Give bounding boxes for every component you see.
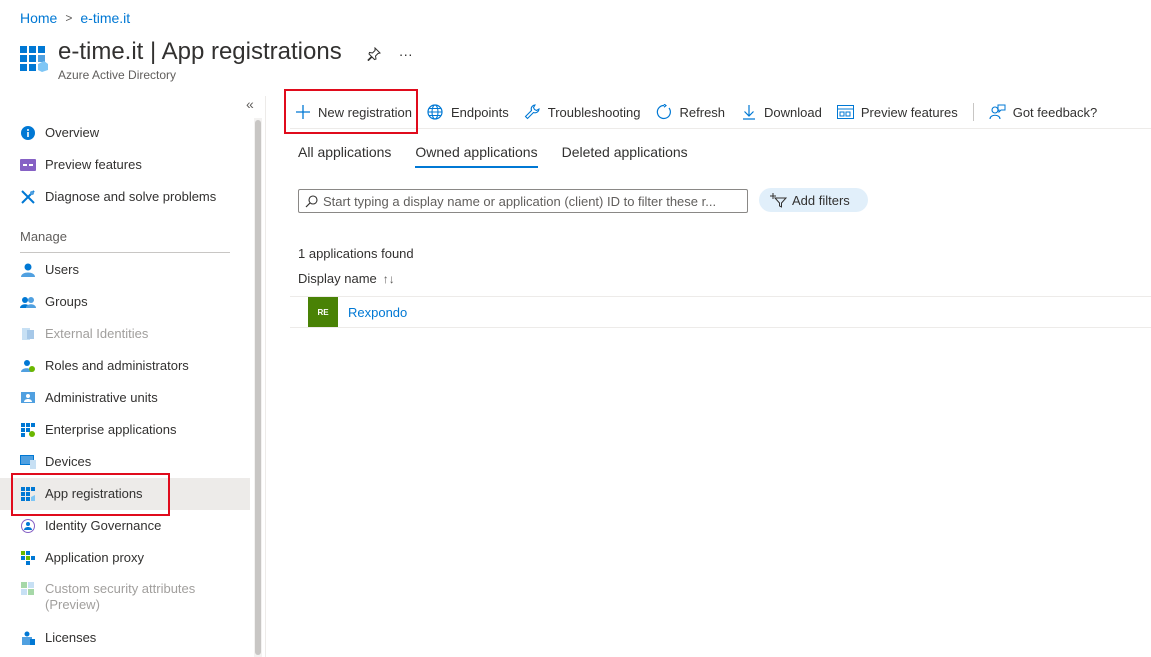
page-title: e-time.it | App registrations (58, 38, 342, 65)
sidebar-item-users[interactable]: Users (0, 254, 250, 286)
sidebar-item-label: Administrative units (45, 390, 158, 405)
breadcrumb-current[interactable]: e-time.it (80, 10, 130, 26)
highlight-new-registration (284, 89, 418, 134)
sidebar-item-label: Identity Governance (45, 518, 162, 533)
sidebar-item-admin-units[interactable]: Administrative units (0, 382, 250, 414)
search-input[interactable] (323, 193, 743, 209)
chevron-right-icon: > (65, 11, 73, 25)
external-identities-icon (20, 326, 36, 342)
refresh-button[interactable]: Refresh (656, 97, 726, 127)
admin-units-icon (20, 390, 36, 406)
sidebar-item-external-identities[interactable]: External Identities (0, 318, 250, 350)
sidebar-item-overview[interactable]: Overview (0, 117, 250, 149)
sidebar-item-label: Custom security attributes (45, 581, 196, 596)
feedback-icon (989, 104, 1006, 121)
section-divider (20, 252, 230, 253)
identity-governance-icon (20, 518, 36, 534)
section-label-manage: Manage (20, 229, 67, 244)
sidebar-item-enterprise-apps[interactable]: Enterprise applications (0, 414, 250, 446)
groups-icon (20, 294, 36, 310)
app-avatar: RE (308, 297, 338, 327)
sidebar-item-label: Roles and administrators (45, 358, 189, 373)
globe-icon (427, 104, 444, 121)
enterprise-apps-icon (20, 422, 36, 438)
sidebar-item-label: Enterprise applications (45, 422, 177, 437)
more-icon[interactable]: ··· (396, 44, 416, 64)
tab-owned-applications[interactable]: Owned applications (415, 144, 538, 168)
pin-icon[interactable] (364, 44, 384, 64)
sidebar-item-licenses[interactable]: Licenses (0, 622, 250, 654)
command-bar: New registration Endpoints Troubleshooti… (290, 96, 1151, 129)
scrollbar-thumb[interactable] (255, 120, 261, 655)
sidebar-item-groups[interactable]: Groups (0, 286, 250, 318)
filter-search-box[interactable] (298, 189, 748, 213)
sidebar-item-application-proxy[interactable]: Application proxy (0, 542, 250, 574)
tab-deleted-applications[interactable]: Deleted applications (562, 144, 688, 168)
sidebar-item-label: Preview features (45, 157, 142, 172)
download-label: Download (764, 104, 822, 120)
endpoints-button[interactable]: Endpoints (427, 97, 509, 127)
add-filters-label: Add filters (792, 192, 850, 208)
sidebar-scrollbar[interactable] (254, 118, 262, 657)
sidebar-item-roles[interactable]: Roles and administrators (0, 350, 250, 382)
app-link-rexpondo[interactable]: Rexpondo (348, 305, 407, 320)
breadcrumb-home[interactable]: Home (20, 10, 57, 26)
add-filters-button[interactable]: Add filters (759, 188, 868, 212)
sidebar-item-label: External Identities (45, 326, 149, 341)
sidebar-item-label: Devices (45, 454, 92, 469)
sidebar-item-label-preview: (Preview) (45, 597, 100, 612)
info-icon (20, 125, 36, 141)
troubleshooting-button[interactable]: Troubleshooting (524, 97, 641, 127)
sidebar-item-label: Licenses (45, 630, 97, 645)
tab-list: All applications Owned applications Dele… (298, 144, 712, 168)
refresh-icon (656, 104, 673, 121)
column-header-display-name[interactable]: Display name ↑↓ (298, 271, 395, 286)
page-subtitle: Azure Active Directory (58, 68, 177, 82)
preview-features-button[interactable]: Preview features (836, 97, 958, 127)
devices-icon (20, 454, 36, 470)
roles-icon (20, 358, 36, 374)
sidebar-item-label: Groups (45, 294, 88, 309)
application-proxy-icon (20, 550, 36, 566)
page-header: e-time.it | App registrations Azure Acti… (20, 38, 428, 82)
app-registrations-icon (20, 46, 48, 72)
sidebar-item-label: Users (45, 262, 79, 277)
licenses-icon (20, 630, 36, 646)
troubleshooting-label: Troubleshooting (547, 104, 641, 120)
table-row: RE Rexpondo (290, 297, 1151, 328)
column-header-label: Display name (298, 271, 377, 286)
sidebar-item-label: Overview (45, 125, 100, 140)
toolbar-separator (972, 103, 974, 121)
sidebar-item-preview-features[interactable]: Preview features (0, 149, 250, 181)
sort-icon[interactable]: ↑↓ (383, 272, 395, 286)
breadcrumb: Home > e-time.it (20, 10, 130, 26)
tab-all-applications[interactable]: All applications (298, 144, 391, 168)
endpoints-label: Endpoints (450, 104, 509, 120)
preview-features-icon (20, 157, 36, 173)
preview-features-label: Preview features (860, 104, 958, 120)
custom-security-icon (20, 581, 36, 597)
sidebar: « Overview Preview features Diagnose and… (0, 96, 254, 657)
results-count: 1 applications found (298, 246, 414, 261)
download-button[interactable]: Download (740, 97, 822, 127)
feedback-button[interactable]: Got feedback? (989, 97, 1098, 127)
sidebar-item-custom-security-attributes[interactable]: Custom security attributes (Preview) (0, 574, 250, 614)
add-filter-icon (770, 193, 787, 208)
highlight-app-registrations (11, 473, 170, 516)
sidebar-item-label: Application proxy (45, 550, 144, 565)
pane-divider (265, 96, 266, 657)
collapse-sidebar-icon[interactable]: « (246, 96, 254, 112)
wrench-icon (20, 189, 36, 205)
refresh-label: Refresh (679, 104, 726, 120)
wrench-icon (524, 104, 541, 121)
sidebar-item-diagnose[interactable]: Diagnose and solve problems (0, 181, 250, 213)
search-icon (305, 194, 318, 207)
download-icon (740, 104, 757, 121)
preview-features-icon (836, 104, 854, 121)
sidebar-item-label: Diagnose and solve problems (45, 189, 217, 204)
user-icon (20, 262, 36, 278)
feedback-label: Got feedback? (1012, 104, 1098, 120)
